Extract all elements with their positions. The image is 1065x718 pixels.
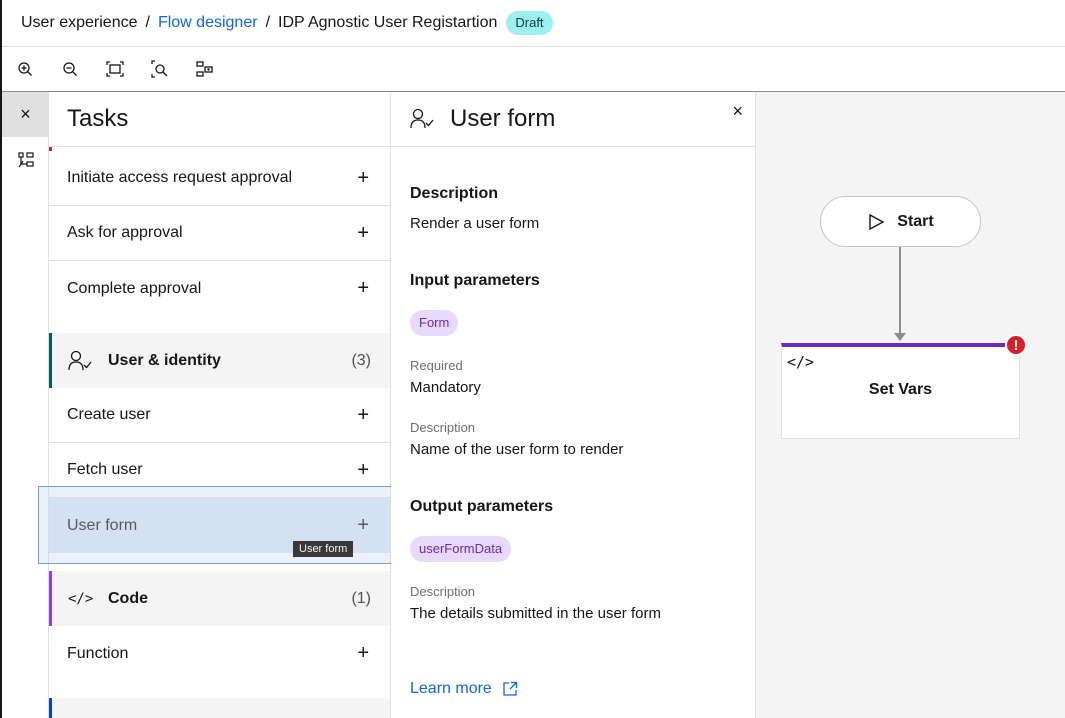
tasks-title: Tasks: [49, 92, 390, 147]
add-task-icon[interactable]: +: [357, 222, 369, 245]
zoom-to-area-button[interactable]: [137, 47, 182, 92]
minimap-icon: [195, 61, 213, 77]
input-description-text: Name of the user form to render: [410, 441, 624, 458]
breadcrumb-root[interactable]: User experience: [21, 14, 138, 32]
user-identity-icon: [68, 350, 94, 372]
learn-more-label: Learn more: [410, 680, 492, 697]
flow-canvas[interactable]: Start </> Set Vars !: [756, 92, 1065, 718]
fit-to-screen-icon: [105, 61, 124, 77]
task-label: Function: [67, 644, 129, 662]
category-next[interactable]: [49, 698, 390, 718]
breadcrumb-flow-designer-link[interactable]: Flow designer: [158, 14, 258, 32]
description-heading: Description: [410, 185, 499, 202]
tasks-panel: Tasks Initiate access request approval +…: [49, 92, 391, 718]
category-count: (3): [351, 351, 371, 369]
details-header: User form: [391, 92, 755, 147]
required-label: Required: [410, 358, 463, 373]
add-task-icon[interactable]: +: [357, 642, 369, 665]
add-task-icon[interactable]: +: [357, 404, 369, 427]
page-title: IDP Agnostic User Registartion: [278, 14, 498, 31]
task-ask-for-approval[interactable]: Ask for approval +: [49, 206, 390, 261]
add-task-icon[interactable]: +: [357, 514, 369, 537]
category-label: User & identity: [108, 351, 221, 369]
fit-to-screen-button[interactable]: [92, 47, 137, 92]
breadcrumb-separator: /: [145, 14, 150, 31]
task-label: Complete approval: [67, 279, 202, 297]
task-label: Initiate access request approval: [67, 169, 293, 186]
breadcrumb: User experience / Flow designer / IDP Ag…: [2, 0, 1065, 47]
add-task-icon[interactable]: +: [357, 277, 369, 300]
input-parameter-tag: Form: [410, 310, 459, 336]
task-label: User form: [67, 516, 138, 534]
category-code[interactable]: </> Code (1): [49, 571, 390, 626]
close-icon: ×: [20, 104, 31, 124]
zoom-in-icon: [17, 62, 32, 76]
zoom-area-icon: [150, 60, 167, 78]
output-parameters-heading: Output parameters: [410, 498, 554, 515]
close-details-button[interactable]: ×: [732, 101, 743, 122]
category-label: Code: [108, 589, 148, 607]
input-parameters-heading: Input parameters: [410, 272, 540, 289]
input-description-label: Description: [410, 420, 476, 435]
details-title: User form: [450, 105, 556, 132]
learn-more-link[interactable]: Learn more: [410, 680, 518, 698]
code-icon: </>: [68, 590, 94, 607]
start-node-label: Start: [897, 212, 934, 230]
code-icon: </>: [787, 353, 815, 371]
task-create-user[interactable]: Create user +: [49, 388, 390, 443]
flow-tasks-icon: [17, 151, 34, 167]
set-vars-label: Set Vars: [868, 381, 933, 398]
tooltip: User form: [293, 541, 354, 557]
required-value: Mandatory: [410, 379, 481, 396]
play-icon: [869, 213, 885, 230]
category-user-identity[interactable]: User & identity (3): [49, 333, 390, 388]
error-icon[interactable]: !: [1005, 334, 1027, 356]
minimap-button[interactable]: [182, 47, 227, 92]
flow-connector: [899, 247, 901, 335]
output-parameter-tag: userFormData: [410, 536, 512, 562]
zoom-out-button[interactable]: [47, 47, 92, 92]
task-label: Fetch user: [67, 461, 143, 478]
status-badge: Draft: [506, 11, 553, 35]
zoom-in-button[interactable]: [2, 47, 47, 92]
set-vars-node[interactable]: </> Set Vars: [781, 343, 1020, 439]
task-label: Ask for approval: [67, 224, 183, 241]
user-form-icon: [410, 108, 434, 130]
output-description-text: The details submitted in the user form: [410, 605, 661, 622]
external-link-icon: [503, 681, 517, 696]
output-description-label: Description: [410, 584, 476, 599]
canvas-toolbar: [2, 47, 1065, 92]
task-fetch-user[interactable]: Fetch user +: [49, 443, 390, 498]
side-rail: ×: [2, 92, 49, 718]
category-count: (1): [351, 589, 371, 607]
description-text: Render a user form: [410, 215, 540, 232]
add-task-icon[interactable]: +: [357, 167, 369, 190]
start-node[interactable]: Start: [820, 196, 981, 247]
task-function[interactable]: Function +: [49, 626, 390, 681]
add-task-icon[interactable]: +: [357, 459, 369, 482]
task-details-panel: User form × Description Render a user fo…: [391, 92, 756, 718]
close-panel-button[interactable]: ×: [2, 92, 49, 137]
zoom-out-icon: [62, 62, 77, 76]
task-initiate-access-request-approval[interactable]: Initiate access request approval +: [49, 151, 390, 206]
task-label: Create user: [67, 406, 151, 423]
task-complete-approval[interactable]: Complete approval +: [49, 261, 390, 316]
flow-tasks-button[interactable]: [2, 137, 49, 182]
breadcrumb-separator: /: [265, 14, 271, 31]
connector-arrowhead: [894, 333, 906, 341]
